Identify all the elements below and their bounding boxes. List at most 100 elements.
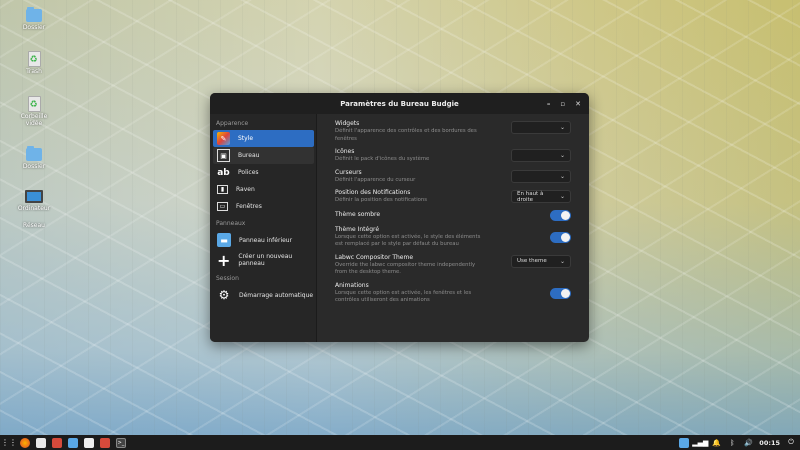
folder-icon: [25, 6, 43, 24]
chevron-down-icon: ⌄: [559, 152, 565, 159]
minimize-button[interactable]: –: [547, 100, 551, 108]
setting-name: Thème Intégré: [335, 225, 380, 233]
sidebar-item-bureau[interactable]: ▣ Bureau: [213, 147, 314, 164]
desktop-icon-ordinateur[interactable]: Ordinateur: [14, 187, 54, 212]
setting-row-theme-sombre: Thème sombre: [335, 209, 571, 221]
labwc-theme-dropdown[interactable]: Use theme ⌄: [511, 254, 571, 268]
add-icon: +: [217, 250, 231, 270]
sidebar-item-label: Panneau inférieur: [239, 236, 293, 244]
folder-icon: [25, 145, 43, 163]
sidebar-item-label: Créer un nouveau panneau: [238, 253, 293, 267]
chevron-down-icon: ⌄: [559, 257, 565, 265]
bluetooth-icon[interactable]: ᛒ: [727, 438, 737, 448]
settings-icon[interactable]: [100, 437, 110, 448]
software-icon[interactable]: [52, 437, 62, 448]
window-title: Paramètres du Bureau Budgie: [340, 99, 459, 108]
trash-icon: [25, 95, 43, 113]
desktop-icon-dossier-2[interactable]: Dossier: [14, 145, 54, 170]
signal-icon[interactable]: ▂▄▆: [692, 438, 708, 448]
setting-row-labwc: Labwc Compositor Theme Override the labw…: [335, 254, 571, 277]
setting-desc: Override the labwc compositor theme inde…: [335, 261, 476, 276]
animations-toggle[interactable]: [550, 287, 571, 299]
text-editor-icon[interactable]: [84, 437, 94, 448]
taskbar-launchers: ⋮⋮ >_: [1, 437, 126, 448]
sidebar-item-label: Bureau: [238, 152, 260, 159]
chevron-down-icon: ⌄: [559, 172, 565, 180]
sidebar-item-label: Raven: [236, 186, 255, 193]
setting-desc: Définit le pack d'icônes du système: [335, 156, 430, 162]
sidebar-item-label: Fenêtres: [236, 203, 262, 210]
section-header-appearance: Apparence: [216, 120, 249, 127]
computer-icon: [25, 187, 43, 205]
chevron-down-icon: ⌄: [559, 193, 565, 200]
desktop-icon-label: Dossier: [22, 163, 46, 170]
power-icon[interactable]: ⏻: [786, 438, 796, 448]
sidebar-item-raven[interactable]: ▮ Raven: [213, 181, 314, 198]
clock[interactable]: 00:15: [759, 439, 780, 447]
desktop-icon-label: Ordinateur: [17, 205, 51, 212]
close-button[interactable]: ✕: [575, 100, 581, 108]
desktop-icon-reseau[interactable]: Réseau: [14, 222, 54, 229]
settings-content: Widgets Définit l'apparence des contrôle…: [318, 114, 589, 342]
files-icon[interactable]: [36, 437, 46, 448]
combo-value: En haut à droite: [517, 190, 544, 203]
firefox-icon[interactable]: [20, 437, 30, 448]
setting-name: Icônes: [335, 148, 355, 155]
icons-dropdown[interactable]: ⌄: [511, 149, 571, 162]
chevron-down-icon: ⌄: [559, 124, 565, 131]
sidebar-item-label: Polices: [238, 169, 259, 176]
sidebar-item-panneau-inferieur[interactable]: ▬ Panneau inférieur: [213, 230, 314, 250]
sidebar: Apparence ✎ Style ▣ Bureau ab Polices ▮ …: [210, 114, 317, 342]
dark-theme-toggle[interactable]: [550, 209, 571, 221]
builtin-theme-toggle[interactable]: [550, 231, 571, 243]
maximize-button[interactable]: ▫: [560, 100, 565, 108]
section-header-session: Session: [216, 275, 239, 282]
folder-icon[interactable]: [68, 437, 78, 448]
sidebar-item-polices[interactable]: ab Polices: [213, 164, 314, 181]
setting-row-theme-integre: Thème Intégré Lorsque cette option est a…: [335, 226, 571, 249]
raven-icon: ▮: [217, 185, 228, 194]
desktop-icon-trash[interactable]: Trash: [14, 50, 54, 75]
setting-desc: Définir la position des notifications: [335, 197, 428, 203]
notification-bell-icon[interactable]: 🔔: [711, 438, 721, 448]
display-icon[interactable]: [679, 437, 690, 448]
sidebar-item-label: Démarrage automatique: [239, 291, 314, 299]
desktop-icon-corbeille[interactable]: Corbeille vidée: [14, 95, 54, 127]
fonts-icon: ab: [217, 167, 230, 178]
setting-row-curseurs: Curseurs Définit l'apparence du curseur …: [335, 169, 571, 185]
setting-desc: Lorsque cette option est activée, le sty…: [335, 233, 481, 248]
setting-name: Animations: [335, 281, 369, 289]
sidebar-item-demarrage[interactable]: ⚙ Démarrage automatique: [213, 285, 314, 305]
desktop-icon-label: Dossier: [22, 24, 46, 31]
notification-position-dropdown[interactable]: En haut à droite ⌄: [511, 190, 571, 203]
setting-row-notifications: Position des Notifications Définir la po…: [335, 189, 571, 205]
setting-desc: Lorsque cette option est activée, les fe…: [335, 289, 472, 304]
setting-name: Widgets: [335, 120, 360, 127]
setting-desc: Définit l'apparence du curseur: [335, 176, 416, 183]
desktop-icon: ▣: [217, 149, 230, 162]
desktop-icon-label: Trash: [26, 68, 42, 75]
taskbar: ⋮⋮ >_ ▂▄▆ 🔔 ᛒ 🔊 00:15 ⏻: [0, 435, 800, 450]
desktop-icon-dossier[interactable]: Dossier: [14, 6, 54, 31]
volume-icon[interactable]: 🔊: [743, 438, 753, 448]
panel-icon: ▬: [217, 233, 231, 247]
setting-row-animations: Animations Lorsque cette option est acti…: [335, 282, 571, 305]
window-titlebar[interactable]: Paramètres du Bureau Budgie – ▫ ✕: [210, 93, 589, 114]
sidebar-item-style[interactable]: ✎ Style: [213, 130, 314, 147]
setting-desc: Définit l'apparence des contrôles et des…: [335, 128, 477, 142]
sidebar-item-label: Style: [238, 135, 254, 142]
cursors-dropdown[interactable]: ⌄: [511, 169, 571, 183]
setting-name: Position des Notifications: [335, 189, 411, 196]
desktop-icon-label: Réseau: [23, 222, 45, 229]
setting-row-icones: Icônes Définit le pack d'icônes du systè…: [335, 148, 571, 164]
settings-window: Paramètres du Bureau Budgie – ▫ ✕ Appare…: [210, 93, 589, 342]
sidebar-item-fenetres[interactable]: ▭ Fenêtres: [213, 198, 314, 215]
system-tray: ▂▄▆ 🔔 ᛒ 🔊 00:15 ⏻: [679, 437, 796, 448]
trash-icon: [25, 50, 43, 68]
app-grid-icon[interactable]: ⋮⋮: [1, 438, 17, 448]
terminal-icon[interactable]: >_: [116, 437, 126, 448]
setting-name: Labwc Compositor Theme: [335, 253, 414, 261]
sidebar-item-nouveau-panneau[interactable]: + Créer un nouveau panneau: [213, 250, 314, 270]
setting-name: Curseurs: [335, 168, 362, 176]
widgets-dropdown[interactable]: ⌄: [511, 121, 571, 134]
